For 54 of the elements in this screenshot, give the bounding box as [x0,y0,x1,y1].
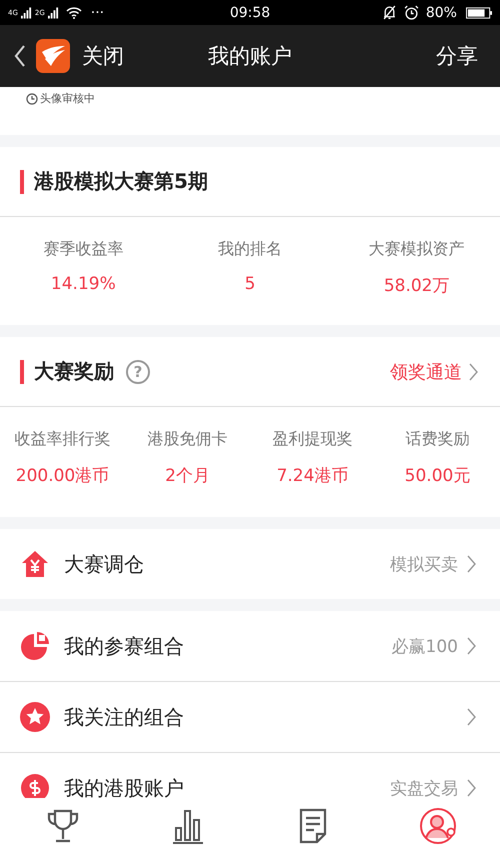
claim-link[interactable]: 领奖通道 [390,360,478,384]
section-title: 港股模拟大赛第5期 [34,168,208,195]
chevron-right-icon [466,636,476,656]
signal-icon [48,6,59,18]
share-button[interactable]: 分享 [436,42,500,70]
reward-label: 盈利提现奖 [272,429,352,450]
back-button[interactable]: 关闭 [0,39,124,73]
stat-value: 58.02万 [384,275,450,297]
reward-label: 话费奖励 [406,429,470,450]
stat-label: 大赛模拟资产 [368,239,465,260]
reward-value: 7.24港币 [276,465,348,487]
app-logo-icon [36,39,70,73]
menu-row[interactable]: 我的港股账户 实盘交易 [0,752,500,798]
chevron-right-icon [466,554,476,574]
clock-text: 09:58 [230,4,270,20]
chevron-right-icon [468,362,478,382]
menu-row[interactable]: 我的参赛组合 必赢100 [0,611,500,681]
menu-label: 我的参赛组合 [64,632,184,660]
user-tab[interactable] [418,806,458,846]
stat-label: 赛季收益率 [43,239,124,260]
pie-chart-icon [20,631,50,661]
chevron-right-icon [466,778,476,798]
chevron-right-icon [466,707,476,727]
stat-value: 14.19% [50,274,116,294]
section-title: 大赛奖励 [34,358,114,385]
stat-value: 5 [244,274,256,294]
menu-detail: 实盘交易 [390,778,458,798]
menu-label: 我的港股账户 [64,774,184,798]
menu-row[interactable]: 大赛调仓 模拟买卖 [0,529,500,599]
clock-icon [26,93,38,105]
reward-label: 港股免佣卡 [148,429,228,450]
section-marker [20,360,24,384]
yen-house-icon [20,549,50,579]
wifi-icon [66,6,82,18]
section-marker [20,170,24,194]
reward-value: 200.00港币 [16,465,110,487]
menu-detail: 模拟买卖 [390,554,458,576]
battery-icon [466,6,492,18]
signal-icon [20,6,32,18]
bell-muted-icon [382,5,397,20]
menu-label: 大赛调仓 [64,550,144,578]
menu-row[interactable]: 我关注的组合 [0,681,500,752]
review-status-text: 头像审核中 [40,91,95,106]
reward-value: 2个月 [165,465,210,487]
stat-label: 我的排名 [218,239,282,260]
reward-value: 50.00元 [404,465,470,487]
reward-label: 收益率排行奖 [14,429,110,450]
alarm-clock-icon [404,5,419,20]
menu-detail: 必赢100 [392,636,458,658]
menu-label: 我关注的组合 [64,704,184,730]
battery-percent: 80% [426,4,457,20]
more-notifications-text: ··· [90,4,104,20]
page-title: 我的账户 [208,43,292,70]
back-chevron-icon [14,44,26,68]
